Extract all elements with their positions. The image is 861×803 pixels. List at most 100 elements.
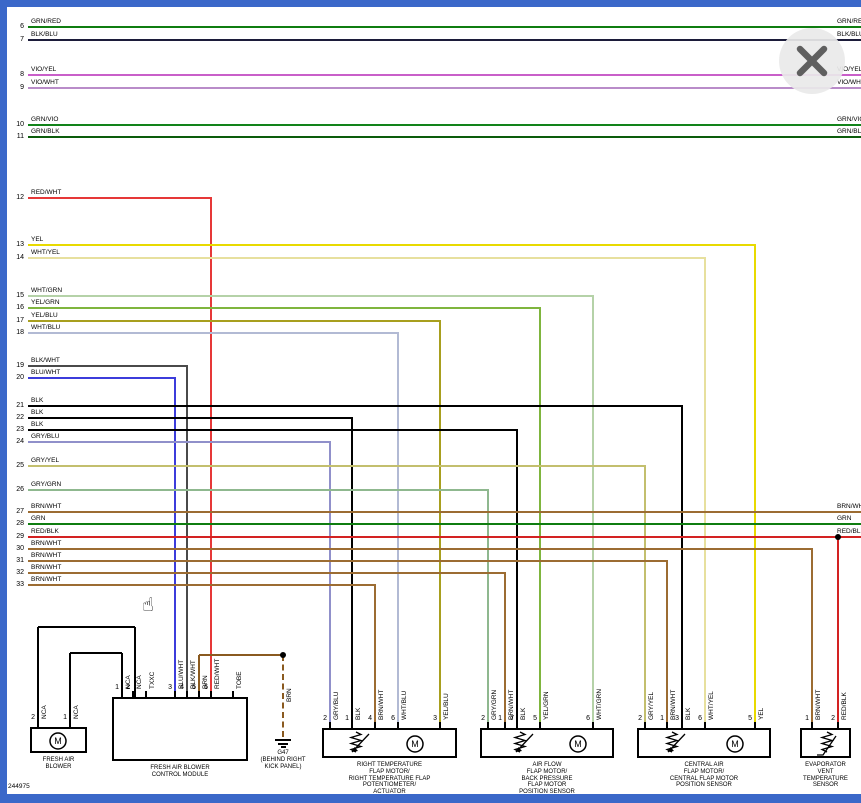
close-button[interactable] xyxy=(779,28,845,94)
wire-26-label: GRY/GRN xyxy=(31,481,61,488)
evaporator-vent-temperature-sensor-thermistor-symbol xyxy=(814,731,840,762)
window-border-top xyxy=(0,0,861,7)
wire-8-number: 8 xyxy=(6,71,24,79)
wire-11-line xyxy=(28,136,861,138)
ground-symbol-bar-0 xyxy=(275,739,291,741)
wire-10-label: GRN/VIO xyxy=(31,116,58,123)
wire-7-number: 7 xyxy=(6,36,24,44)
wire-19-number: 19 xyxy=(6,362,24,370)
wire-7-label: BLK/BLU xyxy=(31,31,58,38)
right-temperature-flap-motor-pin-6-number: 6 xyxy=(384,715,395,723)
evaporator-vent-temperature-sensor-pin-2-label: RED/BLK xyxy=(841,692,848,720)
wire-24-label: GRY/BLU xyxy=(31,433,59,440)
right-temperature-flap-motor-pin-1-tick xyxy=(351,722,353,728)
wire-11-right-label: GRN/BLK xyxy=(837,128,861,135)
wire-23-label: BLK xyxy=(31,421,43,428)
wire-9-line xyxy=(28,87,861,89)
right-temperature-flap-motor-pin-4-tick xyxy=(374,722,376,728)
wire-24-number: 24 xyxy=(6,438,24,446)
fresh-air-blower-pin-2-number: 2 xyxy=(24,714,35,722)
wire-27-number: 27 xyxy=(6,508,24,516)
wire-8-label: VIO/YEL xyxy=(31,66,56,73)
central-air-flap-motor-pot-symbol xyxy=(660,731,688,762)
right-temperature-flap-motor-pin-6-tick xyxy=(397,722,399,728)
wire-31-label: BRN/WHT xyxy=(31,552,61,559)
wire-20-number: 20 xyxy=(6,374,24,382)
ground-caption-1: (BEHIND RIGHT xyxy=(193,757,373,764)
wire-30-label: BRN/WHT xyxy=(31,540,61,547)
air-flow-flap-motor-pin-2-tick xyxy=(487,722,489,728)
wire-24-line xyxy=(28,441,330,443)
air-flow-flap-motor-pin-7-tick xyxy=(516,722,518,728)
wire-20-label: BLU/WHT xyxy=(31,369,60,376)
air-flow-flap-motor-motor-symbol: M xyxy=(568,734,588,759)
air-flow-flap-motor-pin-1-number: 1 xyxy=(491,715,502,723)
fresh-air-blower-control-module-pin-5-number: 5 xyxy=(185,684,196,692)
wire-31-line xyxy=(28,560,667,562)
air-flow-flap-motor-box xyxy=(480,728,614,758)
document-number: 244975 xyxy=(8,783,30,790)
junction-dot-1 xyxy=(835,534,841,540)
wire-19-line xyxy=(28,365,187,367)
svg-text:M: M xyxy=(411,739,419,749)
wire-6-line xyxy=(28,26,861,28)
ground-symbol-bar-1 xyxy=(278,743,288,745)
wire-18-number: 18 xyxy=(6,329,24,337)
wire-26-number: 26 xyxy=(6,486,24,494)
fresh-air-blower-control-module-caption-1: CONTROL MODULE xyxy=(90,772,270,779)
wire-17-label: YEL/BLU xyxy=(31,312,58,319)
wire-15-number: 15 xyxy=(6,292,24,300)
wire-12-number: 12 xyxy=(6,194,24,202)
fresh-air-blower-control-module-pin-TXXC-tick xyxy=(145,691,147,697)
wire-33-line xyxy=(28,584,375,586)
wire-18-drop xyxy=(397,332,399,728)
svg-text:M: M xyxy=(731,739,739,749)
right-temperature-flap-motor-pin-2-tick xyxy=(329,722,331,728)
wire-7-line xyxy=(28,39,861,41)
wire-30-line xyxy=(28,548,812,550)
right-temperature-flap-motor-caption-2: RIGHT TEMPERATURE FLAP xyxy=(300,776,480,783)
wire-23-drop xyxy=(516,429,518,728)
wire-25-drop xyxy=(644,465,646,728)
air-flow-flap-motor-caption-0: AIR FLOW xyxy=(457,762,637,769)
air-flow-flap-motor-pin-7-number: 7 xyxy=(503,715,514,723)
air-flow-flap-motor-pin-2-number: 2 xyxy=(474,715,485,723)
wire-31-drop xyxy=(666,560,668,728)
wire-33-number: 33 xyxy=(6,581,24,589)
central-air-flap-motor-motor-symbol: M xyxy=(725,734,745,759)
wire-20-line xyxy=(28,377,175,379)
junction-dot-0 xyxy=(280,652,286,658)
wire-27-label: BRN/WHT xyxy=(31,503,61,510)
air-flow-flap-motor-pin-6-label: WHT/GRN xyxy=(596,689,603,720)
wire-32-line xyxy=(28,572,505,574)
wire-10-number: 10 xyxy=(6,121,24,129)
wire-16-label: YEL/GRN xyxy=(31,299,60,306)
central-air-flap-motor-pin-3-number: 3 xyxy=(668,715,679,723)
air-flow-flap-motor-pin-5-label: YEL/GRN xyxy=(543,691,550,720)
wire-6-right-label: GRN/RED xyxy=(837,18,861,25)
evaporator-vent-temperature-sensor-caption-0: EVAPORATOR xyxy=(736,762,861,769)
wire-6-label: GRN/RED xyxy=(31,18,61,25)
air-flow-flap-motor-pin-6-number: 6 xyxy=(579,715,590,723)
cursor-hand-icon: ☝ xyxy=(142,595,154,615)
blower-wire-pin2-seg1 xyxy=(38,626,135,628)
wire-13-number: 13 xyxy=(6,241,24,249)
fresh-air-blower-control-module-pin-TOBE-tick xyxy=(232,691,234,697)
wire-18-label: WHT/BLU xyxy=(31,324,60,331)
fresh-air-blower-control-module-pin-6-tick xyxy=(210,691,212,697)
wire-25-label: GRY/YEL xyxy=(31,457,59,464)
wire-26-line xyxy=(28,489,488,491)
wire-32-label: BRN/WHT xyxy=(31,564,61,571)
air-flow-flap-motor-caption-3: FLAP MOTOR xyxy=(457,782,637,789)
wire-16-drop xyxy=(539,307,541,728)
free-label-0: BRN xyxy=(286,688,293,702)
central-air-flap-motor-pin-5-number: 5 xyxy=(741,715,752,723)
wire-29-label: RED/BLK xyxy=(31,528,59,535)
central-air-flap-motor-pin-6-label: WHT/YEL xyxy=(708,691,715,720)
right-temperature-flap-motor-motor-symbol: M xyxy=(405,734,425,759)
wire-11-number: 11 xyxy=(6,133,24,141)
central-air-flap-motor-pin-2-number: 2 xyxy=(631,715,642,723)
wire-17-line xyxy=(28,320,440,322)
wire-32-number: 32 xyxy=(6,569,24,577)
central-air-flap-motor-pin-3-tick xyxy=(681,722,683,728)
